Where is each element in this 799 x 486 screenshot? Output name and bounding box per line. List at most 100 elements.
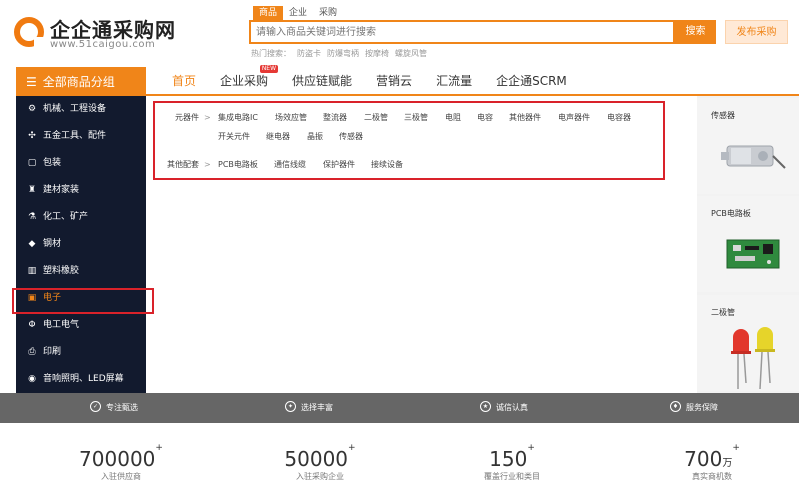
site-logo[interactable]: 企企通采购网 www.51caigou.com (14, 14, 184, 54)
all-categories-label: 全部商品分组 (42, 75, 115, 89)
feature-item: ✓ 专注甄选 (90, 393, 138, 423)
stat-label: 入驻采购企业 (296, 472, 344, 481)
stat-label: 真实商机数 (692, 472, 732, 481)
search-tab-purchase[interactable]: 采购 (313, 6, 343, 20)
subcategory-item[interactable]: 继电器 (266, 131, 290, 142)
subcategory-item[interactable]: 整流器 (323, 112, 347, 123)
stat-suppliers: 700000+ 入驻供应商 (31, 443, 211, 482)
subcategory-item[interactable]: 场效应管 (275, 112, 307, 123)
steel-icon: ◆ (28, 239, 36, 249)
stat-industries: 150+ 覆盖行业和类目 (422, 443, 602, 482)
stat-plus: + (732, 443, 740, 453)
sidebar-item-machinery[interactable]: ⚙ 机械、工程设备 (16, 98, 146, 120)
chevron-right-icon: > (204, 160, 211, 169)
subcategory-item[interactable]: 三极管 (404, 112, 428, 123)
stat-plus: + (527, 443, 535, 453)
sidebar-item-electronics[interactable]: ▣ 电子 (16, 287, 146, 309)
subcategory-item[interactable]: 晶振 (307, 131, 323, 142)
sidebar-item-hardware[interactable]: ✣ 五金工具、配件 (16, 125, 146, 147)
sidebar-item-label: 音响照明、LED屏幕 (43, 374, 124, 384)
nav-item-enterprise-purchase[interactable]: 企业采购 NEW (208, 65, 280, 95)
building-icon: ♜ (27, 185, 37, 195)
recommend-card-sensor[interactable]: 传感器 (697, 98, 799, 194)
sidebar-item-building[interactable]: ♜ 建材家装 (16, 179, 146, 201)
sidebar-item-electrical[interactable]: Φ 电工电气 (16, 314, 146, 336)
stat-unit: 万 (722, 458, 733, 469)
subcategory-item[interactable]: 接续设备 (371, 159, 403, 170)
stat-value: 700 (684, 447, 723, 471)
sidebar-item-packaging[interactable]: ▢ 包装 (16, 152, 146, 174)
nav-item-scrm[interactable]: 企企通SCRM (484, 67, 579, 95)
sidebar-item-label: 建材家装 (43, 185, 80, 195)
all-categories-button[interactable]: ☰ 全部商品分组 (16, 67, 146, 97)
sidebar-item-label: 包装 (43, 158, 62, 168)
logo-url: www.51caigou.com (50, 39, 156, 50)
hot-search-item[interactable]: 防爆弯柄 (327, 49, 359, 58)
subcategory-item[interactable]: PCB电路板 (218, 159, 258, 170)
card-title: 传感器 (711, 111, 735, 120)
subcategory-item[interactable]: 保护器件 (323, 159, 355, 170)
subcategory-item[interactable]: 二极管 (364, 112, 388, 123)
sidebar-item-label: 印刷 (43, 347, 62, 357)
machine-icon: ⚙ (27, 104, 37, 114)
subcategory-item[interactable]: 通信线缆 (274, 159, 306, 170)
nav-item-traffic[interactable]: 汇流量 (424, 67, 484, 95)
stat-label: 覆盖行业和类目 (484, 472, 540, 481)
subcategory-panel: 元器件 > 集成电路IC 场效应管 整流器 二极管 三极管 电阻 电容 其他器件 … (153, 101, 665, 180)
subcategory-item[interactable]: 电声器件 (558, 112, 590, 123)
search-input[interactable] (251, 22, 673, 42)
subcategory-item[interactable]: 电容器 (607, 112, 631, 123)
sidebar-item-chemical[interactable]: ⚗ 化工、矿产 (16, 206, 146, 228)
feature-item: ★ 诚信认真 (480, 393, 528, 423)
search-tab-goods[interactable]: 商品 (253, 6, 284, 20)
sidebar-item-steel[interactable]: ◆ 钢材 (16, 233, 146, 255)
feature-icon: ♦ (670, 401, 681, 412)
publish-purchase-button[interactable]: 发布采购 (725, 20, 788, 44)
diode-image (731, 327, 775, 390)
menu-icon: ☰ (26, 75, 37, 89)
chevron-right-icon: > (204, 113, 211, 122)
plastic-icon: ▥ (27, 266, 37, 276)
feature-item: ✦ 选择丰富 (285, 393, 333, 423)
electrical-icon: Φ (28, 320, 36, 330)
chemical-icon: ⚗ (27, 212, 37, 222)
hot-search-item[interactable]: 螺旋风管 (395, 49, 427, 58)
stats-section: 700000+ 入驻供应商 50000+ 入驻采购企业 150+ 覆盖行业和类目… (16, 433, 799, 486)
stat-purchasers: 50000+ 入驻采购企业 (230, 443, 410, 482)
subcategory-item[interactable]: 集成电路IC (218, 112, 258, 123)
nav-item-label: 企业采购 (220, 74, 269, 88)
feature-icon: ★ (480, 401, 491, 412)
row-label-components: 元器件 > (175, 113, 211, 122)
search-tab-company[interactable]: 企业 (283, 6, 313, 20)
tools-icon: ✣ (28, 131, 36, 141)
sidebar-item-printing[interactable]: ⎙ 印刷 (16, 341, 146, 363)
printing-icon: ⎙ (28, 347, 36, 357)
search-box (249, 20, 675, 44)
subcategory-item[interactable]: 电容 (477, 112, 493, 123)
subcategory-item[interactable]: 开关元件 (218, 131, 250, 142)
nav-item-supply-chain[interactable]: 供应链赋能 (280, 67, 364, 95)
nav-item-home[interactable]: 首页 (160, 67, 208, 95)
search-button[interactable]: 搜索 (675, 20, 716, 44)
hot-search-item[interactable]: 防盗卡 (297, 49, 321, 58)
stat-opportunities: 700万 + 真实商机数 (622, 443, 799, 482)
subcategory-item[interactable]: 其他器件 (509, 112, 541, 123)
hot-search-item[interactable]: 按摩椅 (365, 49, 389, 58)
nav-item-marketing-cloud[interactable]: 营销云 (364, 67, 424, 95)
card-title: 二极管 (711, 308, 735, 317)
sidebar-item-plastic[interactable]: ▥ 塑料橡胶 (16, 260, 146, 282)
sidebar-item-label: 五金工具、配件 (43, 131, 107, 141)
electronics-icon: ▣ (27, 293, 37, 303)
subcategory-item[interactable]: 传感器 (339, 131, 363, 142)
sidebar-item-label: 电子 (43, 293, 62, 303)
package-icon: ▢ (27, 158, 37, 168)
stat-value: 150 (489, 447, 528, 471)
hot-searches: 热门搜索： 防盗卡 防爆弯柄 按摩椅 螺旋风管 (251, 48, 433, 59)
card-title: PCB电路板 (711, 209, 751, 218)
sidebar-item-label: 电工电气 (43, 320, 80, 330)
subcategory-item[interactable]: 电阻 (445, 112, 461, 123)
recommend-card-diode[interactable]: 二极管 (697, 295, 799, 391)
logo-icon (14, 17, 44, 47)
sidebar-item-lighting[interactable]: ◉ 音响照明、LED屏幕 (16, 368, 146, 390)
recommend-card-pcb[interactable]: PCB电路板 (697, 196, 799, 292)
